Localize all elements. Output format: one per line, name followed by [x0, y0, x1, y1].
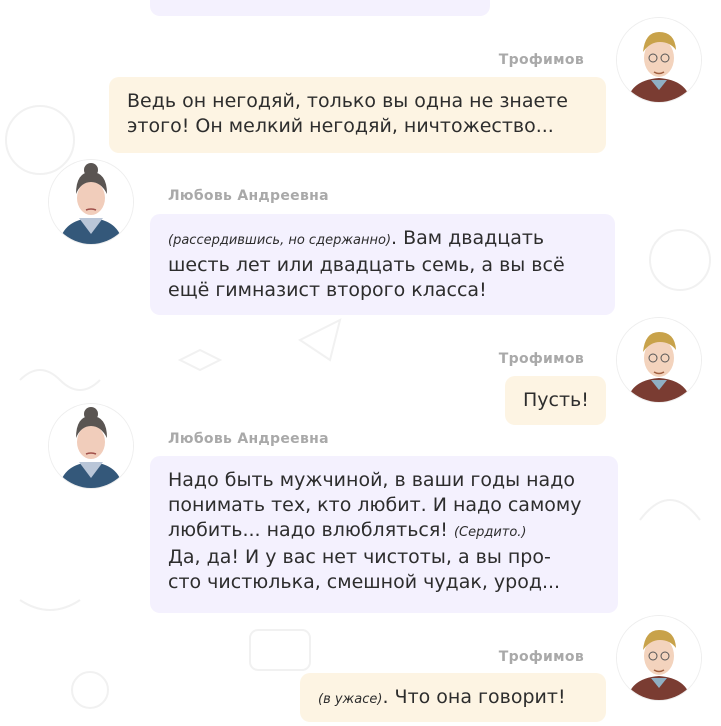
message-text: . Что она говорит!: [382, 686, 566, 708]
trofimov-avatar: [617, 616, 701, 700]
previous-message-bubble: [150, 0, 490, 16]
message-line: этого! Он мелкий негодяй, ничтожество...: [127, 115, 554, 137]
speaker-name-lyubov: Любовь Андреевна: [168, 188, 329, 204]
trofimov-avatar: [617, 318, 701, 402]
lyubov-avatar: [49, 404, 133, 488]
message-bubble-trofimov: (в ужасе). Что она говорит!: [300, 673, 606, 722]
stage-direction: (рассердившись, но сдержанно): [168, 233, 392, 248]
message-bubble-trofimov: Ведь он негодяй, только вы одна не знает…: [109, 77, 606, 153]
trofimov-avatar: [617, 18, 701, 102]
speaker-name-trofimov: Трофимов: [498, 52, 584, 68]
stage-direction: (в ужасе): [318, 692, 383, 707]
message-text: любить... надо влюбляться!: [168, 519, 448, 541]
message-line: ещё гимназист второго класса!: [168, 279, 487, 301]
speaker-name-trofimov: Трофимов: [498, 351, 584, 367]
message-text: . Вам двадцать: [391, 227, 545, 249]
lyubov-avatar: [49, 160, 133, 244]
message-bubble-lyubov: (рассердившись, но сдержанно). Вам двадц…: [150, 214, 615, 315]
message-line: понимать тех, кто любит. И надо самому: [168, 494, 582, 516]
message-bubble-lyubov: Надо быть мужчиной, в ваши годы надо пон…: [150, 456, 618, 613]
message-line: Ведь он негодяй, только вы одна не знает…: [127, 90, 568, 112]
stage-direction: (Сердито.): [453, 525, 527, 540]
message-line: шесть лет или двадцать семь, а вы всё: [168, 254, 565, 276]
message-line: Пусть!: [523, 389, 589, 411]
message-line: Да, да! И у вас нет чистоты, а вы про-: [168, 546, 551, 568]
speaker-name-trofimov: Трофимов: [498, 649, 584, 665]
message-bubble-trofimov: Пусть!: [505, 376, 606, 425]
speaker-name-lyubov: Любовь Андреевна: [168, 431, 329, 447]
message-line: сто чистюлька, смешной чудак, урод...: [168, 571, 561, 593]
message-line: Надо быть мужчиной, в ваши годы надо: [168, 469, 575, 491]
